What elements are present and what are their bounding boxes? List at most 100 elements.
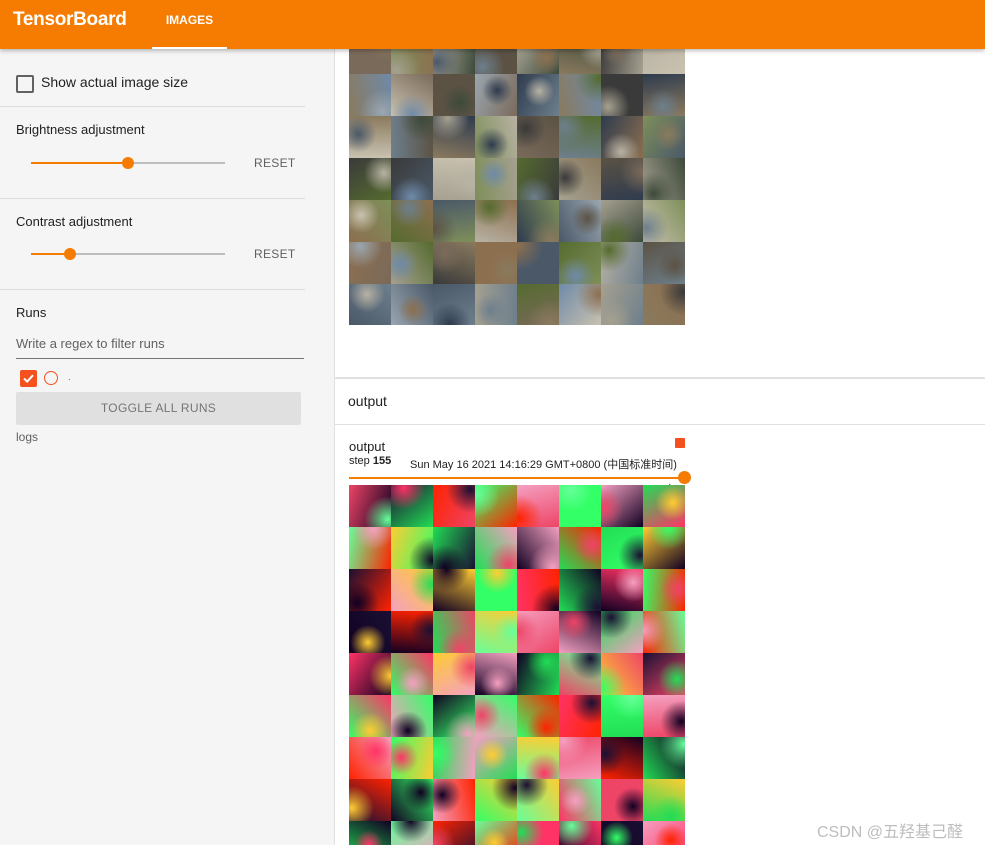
- image-thumbnail: [433, 242, 475, 284]
- image-thumbnail: [559, 695, 601, 737]
- image-thumbnail: [601, 527, 643, 569]
- image-thumbnail: [643, 569, 685, 611]
- image-thumbnail: [559, 485, 601, 527]
- image-thumbnail: [559, 821, 601, 845]
- run-checkbox[interactable]: [20, 370, 37, 387]
- image-thumbnail: [643, 49, 685, 74]
- image-thumbnail: [433, 284, 475, 325]
- image-thumbnail: [559, 74, 601, 116]
- image-thumbnail: [517, 284, 559, 325]
- image-thumbnail: [601, 200, 643, 242]
- run-filter-input[interactable]: Write a regex to filter runs: [16, 336, 304, 359]
- image-thumbnail: [517, 527, 559, 569]
- image-thumbnail: [559, 158, 601, 200]
- image-thumbnail: [643, 242, 685, 284]
- image-thumbnail: [517, 49, 559, 74]
- image-thumbnail: [433, 74, 475, 116]
- image-thumbnail: [601, 158, 643, 200]
- image-thumbnail: [517, 158, 559, 200]
- wall-time: Sun May 16 2021 14:16:29 GMT+0800 (中国标准时…: [410, 459, 677, 471]
- image-thumbnail: [349, 485, 391, 527]
- toggle-all-runs-button[interactable]: TOGGLE ALL RUNS: [16, 392, 301, 425]
- image-thumbnail: [391, 116, 433, 158]
- image-thumbnail: [559, 49, 601, 74]
- step-slider-track[interactable]: [349, 477, 685, 479]
- image-thumbnail: [517, 200, 559, 242]
- image-thumbnail: [391, 569, 433, 611]
- image-thumbnail: [475, 485, 517, 527]
- image-thumbnail: [475, 284, 517, 325]
- step-slider-thumb[interactable]: [678, 471, 691, 484]
- slider-thumb[interactable]: [63, 248, 76, 260]
- image-thumbnail: [517, 242, 559, 284]
- image-card-title: output: [349, 439, 386, 454]
- contrast-title: Contrast adjustment: [16, 214, 133, 229]
- image-thumbnail: [601, 695, 643, 737]
- divider: [0, 106, 305, 107]
- circle-icon[interactable]: [44, 371, 58, 385]
- step-info: step 155: [349, 455, 391, 467]
- image-thumbnail: [349, 158, 391, 200]
- image-thumbnail: [517, 611, 559, 653]
- image-thumbnail: [433, 116, 475, 158]
- image-thumbnail: [349, 737, 391, 779]
- image-thumbnail: [391, 737, 433, 779]
- image-thumbnail: [559, 242, 601, 284]
- image-thumbnail: [433, 611, 475, 653]
- image-thumbnail: [349, 527, 391, 569]
- image-thumbnail: [475, 49, 517, 74]
- image-thumbnail: [643, 200, 685, 242]
- image-thumbnail: [559, 569, 601, 611]
- image-thumbnail: [475, 242, 517, 284]
- brightness-reset-button[interactable]: RESET: [254, 156, 296, 170]
- image-thumbnail: [559, 200, 601, 242]
- image-thumbnail: [391, 242, 433, 284]
- image-thumbnail: [391, 527, 433, 569]
- image-thumbnail: [349, 242, 391, 284]
- image-thumbnail: [601, 653, 643, 695]
- image-thumbnail: [349, 116, 391, 158]
- image-card-input: [335, 49, 985, 377]
- divider: [0, 198, 305, 199]
- brightness-title: Brightness adjustment: [16, 122, 145, 137]
- tab-images[interactable]: IMAGES: [152, 0, 227, 49]
- image-thumbnail: [601, 485, 643, 527]
- image-thumbnail: [517, 485, 559, 527]
- tab-images-label: IMAGES: [165, 13, 214, 27]
- contrast-slider[interactable]: [31, 247, 225, 261]
- brightness-slider[interactable]: [31, 156, 225, 170]
- image-thumbnail: [391, 485, 433, 527]
- main-panel: output output step 155 Sun May 16 2021 1…: [335, 49, 985, 845]
- image-thumbnail: [433, 49, 475, 74]
- image-thumbnail: [643, 821, 685, 845]
- image-thumbnail: [559, 116, 601, 158]
- expand-icon[interactable]: [675, 438, 685, 448]
- sidebar: Show actual image size Brightness adjust…: [0, 49, 335, 845]
- image-thumbnail: [559, 653, 601, 695]
- slider-thumb[interactable]: [122, 157, 134, 169]
- image-thumbnail: [517, 653, 559, 695]
- image-thumbnail: [475, 611, 517, 653]
- image-thumbnail: [601, 242, 643, 284]
- image-thumbnail: [643, 737, 685, 779]
- image-thumbnail: [601, 569, 643, 611]
- image-thumbnail: [643, 158, 685, 200]
- image-thumbnail: [475, 695, 517, 737]
- image-thumbnail: [643, 485, 685, 527]
- image-grid-input: [349, 49, 685, 325]
- log-dir-label: logs: [16, 430, 39, 444]
- image-thumbnail: [433, 779, 475, 821]
- image-thumbnail: [349, 74, 391, 116]
- tag-group-header[interactable]: output: [335, 378, 985, 425]
- image-grid-output: [349, 485, 685, 845]
- image-thumbnail: [475, 569, 517, 611]
- image-thumbnail: [643, 527, 685, 569]
- image-thumbnail: [475, 779, 517, 821]
- image-thumbnail: [643, 611, 685, 653]
- watermark: CSDN @五羟基己醛: [817, 824, 964, 841]
- show-actual-size-checkbox[interactable]: [16, 75, 34, 93]
- image-thumbnail: [349, 653, 391, 695]
- image-thumbnail: [601, 116, 643, 158]
- contrast-reset-button[interactable]: RESET: [254, 247, 296, 261]
- image-thumbnail: [475, 653, 517, 695]
